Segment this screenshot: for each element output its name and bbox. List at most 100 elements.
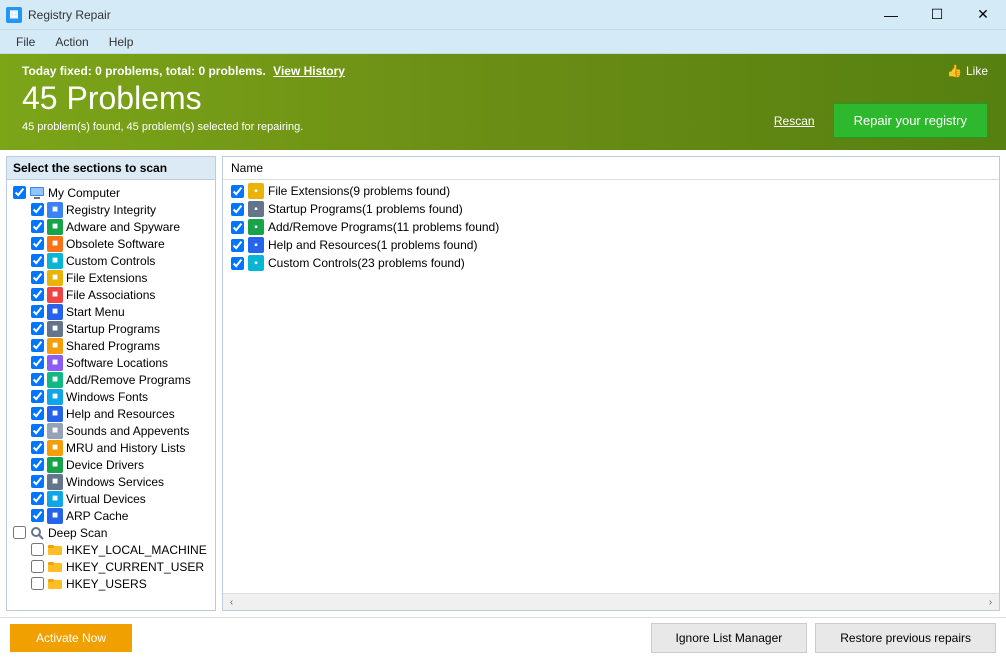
results-list[interactable]: ▪File Extensions(9 problems found)▪Start… — [223, 180, 999, 593]
menu-file[interactable]: File — [6, 32, 45, 52]
checkbox-section[interactable] — [31, 271, 44, 284]
titlebar: ▦ Registry Repair — ☐ ✕ — [0, 0, 1006, 30]
tree-item[interactable]: ■Windows Services — [9, 473, 213, 490]
magnifier-icon — [29, 525, 45, 541]
tree-item[interactable]: ■Windows Fonts — [9, 388, 213, 405]
tree-item[interactable]: ■Custom Controls — [9, 252, 213, 269]
tree-item[interactable]: ■Shared Programs — [9, 337, 213, 354]
like-button[interactable]: 👍 Like — [947, 64, 988, 78]
tree-label: Sounds and Appevents — [66, 424, 189, 438]
scroll-left-arrow[interactable]: ‹ — [223, 594, 240, 611]
tree-item[interactable]: ■Sounds and Appevents — [9, 422, 213, 439]
tree-root-my-computer[interactable]: My Computer — [9, 184, 213, 201]
tree-label: Software Locations — [66, 356, 168, 370]
tree-label: File Extensions — [66, 271, 147, 285]
checkbox-hkey[interactable] — [31, 577, 44, 590]
header-banner: Today fixed: 0 problems, total: 0 proble… — [0, 54, 1006, 150]
result-row[interactable]: ▪File Extensions(9 problems found) — [227, 182, 995, 200]
checkbox-section[interactable] — [31, 390, 44, 403]
menu-action[interactable]: Action — [45, 32, 98, 52]
checkbox-section[interactable] — [31, 475, 44, 488]
checkbox-hkey[interactable] — [31, 560, 44, 573]
checkbox-section[interactable] — [31, 424, 44, 437]
checkbox-section[interactable] — [31, 509, 44, 522]
result-row[interactable]: ▪Startup Programs(1 problems found) — [227, 200, 995, 218]
tree-item[interactable]: ■ARP Cache — [9, 507, 213, 524]
tree-item[interactable]: ■Software Locations — [9, 354, 213, 371]
tree-item-hkey[interactable]: HKEY_LOCAL_MACHINE — [9, 541, 213, 558]
tree-item[interactable]: ■Obsolete Software — [9, 235, 213, 252]
checkbox-result[interactable] — [231, 221, 244, 234]
checkbox-my-computer[interactable] — [13, 186, 26, 199]
tree-item[interactable]: ■File Associations — [9, 286, 213, 303]
checkbox-section[interactable] — [31, 288, 44, 301]
checkbox-section[interactable] — [31, 356, 44, 369]
checkbox-section[interactable] — [31, 458, 44, 471]
tree-item-hkey[interactable]: HKEY_USERS — [9, 575, 213, 592]
close-button[interactable]: ✕ — [960, 0, 1006, 30]
tree-item-hkey[interactable]: HKEY_CURRENT_USER — [9, 558, 213, 575]
checkbox-section[interactable] — [31, 339, 44, 352]
checkbox-result[interactable] — [231, 239, 244, 252]
result-label: Add/Remove Programs(11 problems found) — [268, 220, 499, 234]
window-title: Registry Repair — [28, 8, 111, 22]
tree-label: Start Menu — [66, 305, 125, 319]
tree-label: Add/Remove Programs — [66, 373, 191, 387]
checkbox-section[interactable] — [31, 254, 44, 267]
minimize-button[interactable]: — — [868, 0, 914, 30]
view-history-link[interactable]: View History — [273, 64, 345, 78]
problems-subtitle: 45 problem(s) found, 45 problem(s) selec… — [22, 121, 774, 133]
ignore-list-button[interactable]: Ignore List Manager — [651, 623, 808, 653]
tree-item[interactable]: ■Adware and Spyware — [9, 218, 213, 235]
tree-item[interactable]: ■Add/Remove Programs — [9, 371, 213, 388]
registry-key-icon — [47, 542, 63, 558]
tree-label: File Associations — [66, 288, 155, 302]
checkbox-result[interactable] — [231, 203, 244, 216]
like-label: Like — [966, 64, 988, 78]
sections-tree[interactable]: My Computer■Registry Integrity■Adware an… — [7, 180, 215, 610]
checkbox-hkey[interactable] — [31, 543, 44, 556]
checkbox-section[interactable] — [31, 322, 44, 335]
checkbox-deep-scan[interactable] — [13, 526, 26, 539]
tree-label: Virtual Devices — [66, 492, 146, 506]
tree-item[interactable]: ■MRU and History Lists — [9, 439, 213, 456]
checkbox-result[interactable] — [231, 257, 244, 270]
tree-root-deep-scan[interactable]: Deep Scan — [9, 524, 213, 541]
tree-item[interactable]: ■Help and Resources — [9, 405, 213, 422]
maximize-button[interactable]: ☐ — [914, 0, 960, 30]
tree-label: Windows Fonts — [66, 390, 148, 404]
tree-label: Shared Programs — [66, 339, 160, 353]
restore-repairs-button[interactable]: Restore previous repairs — [815, 623, 996, 653]
repair-registry-button[interactable]: Repair your registry — [833, 103, 988, 138]
rescan-link[interactable]: Rescan — [774, 114, 815, 128]
checkbox-section[interactable] — [31, 203, 44, 216]
tree-item[interactable]: ■Start Menu — [9, 303, 213, 320]
tree-item[interactable]: ■Startup Programs — [9, 320, 213, 337]
scroll-right-arrow[interactable]: › — [982, 594, 999, 611]
result-row[interactable]: ▪Add/Remove Programs(11 problems found) — [227, 218, 995, 236]
result-label: File Extensions(9 problems found) — [268, 184, 450, 198]
tree-label: ARP Cache — [66, 509, 128, 523]
checkbox-section[interactable] — [31, 407, 44, 420]
activate-now-button[interactable]: Activate Now — [10, 624, 132, 652]
registry-key-icon — [47, 559, 63, 575]
horizontal-scrollbar[interactable]: ‹ › — [223, 593, 999, 610]
tree-item[interactable]: ■Virtual Devices — [9, 490, 213, 507]
tree-item[interactable]: ■File Extensions — [9, 269, 213, 286]
checkbox-section[interactable] — [31, 237, 44, 250]
checkbox-result[interactable] — [231, 185, 244, 198]
checkbox-section[interactable] — [31, 492, 44, 505]
tree-label: HKEY_LOCAL_MACHINE — [66, 543, 207, 557]
checkbox-section[interactable] — [31, 305, 44, 318]
result-row[interactable]: ▪Custom Controls(23 problems found) — [227, 254, 995, 272]
tree-item[interactable]: ■Registry Integrity — [9, 201, 213, 218]
tree-label: Device Drivers — [66, 458, 144, 472]
results-header: Name — [223, 157, 999, 180]
checkbox-section[interactable] — [31, 373, 44, 386]
tree-item[interactable]: ■Device Drivers — [9, 456, 213, 473]
checkbox-section[interactable] — [31, 220, 44, 233]
checkbox-section[interactable] — [31, 441, 44, 454]
result-label: Startup Programs(1 problems found) — [268, 202, 463, 216]
menu-help[interactable]: Help — [99, 32, 144, 52]
result-row[interactable]: ▪Help and Resources(1 problems found) — [227, 236, 995, 254]
